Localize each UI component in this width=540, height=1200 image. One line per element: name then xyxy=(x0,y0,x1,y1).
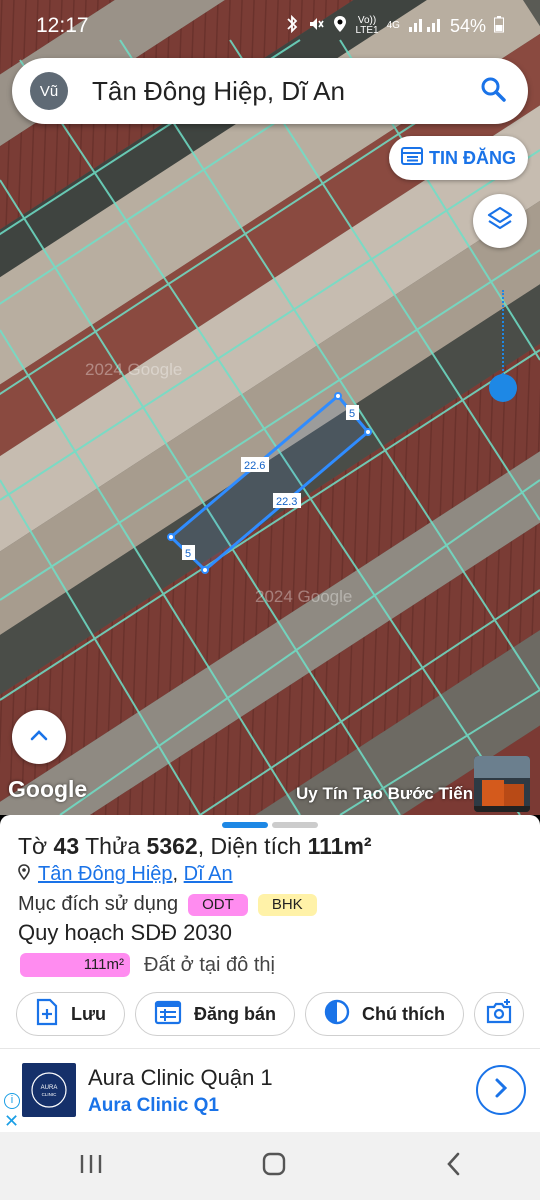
land-use-label: Mục đích sử dụng xyxy=(18,893,179,915)
status-time: 12:17 xyxy=(36,14,89,37)
parcel-location: Tân Đông Hiệp, Dĩ An xyxy=(18,863,233,886)
google-logo: Google xyxy=(8,776,88,802)
add-photo-button[interactable] xyxy=(474,992,525,1036)
plan-title: Quy hoạch SDĐ 2030 xyxy=(18,920,233,945)
layers-button[interactable] xyxy=(473,194,527,248)
svg-text:AURA: AURA xyxy=(41,1085,58,1091)
land-use-row: Mục đích sử dụng ODT BHK xyxy=(18,893,317,916)
avatar[interactable]: Vũ xyxy=(30,72,68,110)
add-file-icon xyxy=(35,998,59,1031)
post-sale-button[interactable]: Đăng bán xyxy=(135,992,296,1036)
volte-indicator: Vo)) LTE1 xyxy=(355,15,379,36)
ad-open-button[interactable] xyxy=(476,1065,526,1115)
save-button[interactable]: Lưu xyxy=(16,992,126,1036)
opacity-slider-track[interactable] xyxy=(502,290,504,386)
opacity-slider-handle[interactable] xyxy=(489,374,517,402)
battery-icon xyxy=(494,15,504,38)
map-credit: Uy Tín Tạo Bước Tiến xyxy=(296,784,474,803)
parcel-info-sheet: Tờ 43 Thửa 5362, Diện tích 111m² Tân Đôn… xyxy=(0,815,540,1050)
system-nav-bar xyxy=(0,1132,540,1200)
city-link[interactable]: Dĩ An xyxy=(184,863,233,885)
street-thumbnail[interactable] xyxy=(474,756,530,812)
ad-subtitle[interactable]: Aura Clinic Q1 xyxy=(88,1095,219,1117)
listing-icon xyxy=(401,146,423,171)
sheet-pager[interactable] xyxy=(222,822,318,828)
mute-icon xyxy=(307,15,325,38)
parcel-width-a: 5 xyxy=(349,408,355,420)
search-bar[interactable]: Vũ Tân Đông Hiệp, Dĩ An xyxy=(12,58,528,124)
signal-icon xyxy=(408,15,442,38)
search-query[interactable]: Tân Đông Hiệp, Dĩ An xyxy=(92,76,345,107)
sheet-number: 43 xyxy=(53,833,80,859)
ward-link[interactable]: Tân Đông Hiệp xyxy=(38,863,173,885)
status-bar: 12:17 Vo)) LTE1 4G 54% xyxy=(0,0,540,52)
map-watermark: 2024 Google xyxy=(255,587,352,606)
recent-apps-icon[interactable] xyxy=(78,1153,104,1180)
add-camera-icon xyxy=(485,998,513,1030)
parcel-length-top: 22.6 xyxy=(244,460,265,472)
search-icon[interactable] xyxy=(480,76,506,107)
ad-banner[interactable]: i ✕ AURA CLINIC Aura Clinic Quận 1 Aura C… xyxy=(0,1048,540,1132)
parcel-number: 5362 xyxy=(146,833,198,859)
land-use-badge-odt: ODT xyxy=(188,893,248,916)
plan-area-row: 111m² Đất ở tại đô thị xyxy=(20,953,275,977)
plan-area-bar: 111m² xyxy=(20,953,130,977)
layers-icon xyxy=(486,205,514,238)
location-pin-icon xyxy=(18,863,30,886)
network-gen: 4G xyxy=(386,20,400,31)
home-icon[interactable] xyxy=(261,1151,287,1182)
parcel-title: Tờ 43 Thửa 5362, Diện tích 111m² xyxy=(18,833,372,859)
svg-text:CLINIC: CLINIC xyxy=(42,1092,58,1097)
chevron-right-icon xyxy=(493,1077,509,1104)
parcel-area: 111m² xyxy=(307,833,372,859)
battery-level: 54% xyxy=(449,15,486,36)
contrast-icon xyxy=(324,999,350,1030)
action-buttons: Lưu Đăng bán Chú thích xyxy=(16,992,525,1036)
tin-dang-button[interactable]: TIN ĐĂNG xyxy=(389,136,528,180)
map-watermark: 2024 Google xyxy=(85,360,182,379)
legend-button[interactable]: Chú thích xyxy=(305,992,465,1036)
back-icon[interactable] xyxy=(444,1151,462,1182)
chevron-up-icon xyxy=(29,728,49,747)
land-use-badge-bhk: BHK xyxy=(257,893,317,916)
expand-up-button[interactable] xyxy=(12,710,66,764)
parcel-length-bottom: 22.3 xyxy=(276,496,297,508)
location-icon xyxy=(333,15,347,38)
calendar-list-icon xyxy=(154,999,182,1030)
tin-dang-label: TIN ĐĂNG xyxy=(429,147,516,168)
ad-logo: AURA CLINIC xyxy=(22,1063,76,1117)
bluetooth-icon xyxy=(285,14,299,38)
ad-info-icon[interactable]: i xyxy=(4,1093,20,1109)
ad-close-icon[interactable]: ✕ xyxy=(4,1111,19,1132)
plan-area-description: Đất ở tại đô thị xyxy=(144,953,275,976)
parcel-width-b: 5 xyxy=(185,548,191,560)
ad-title[interactable]: Aura Clinic Quận 1 xyxy=(88,1065,273,1091)
